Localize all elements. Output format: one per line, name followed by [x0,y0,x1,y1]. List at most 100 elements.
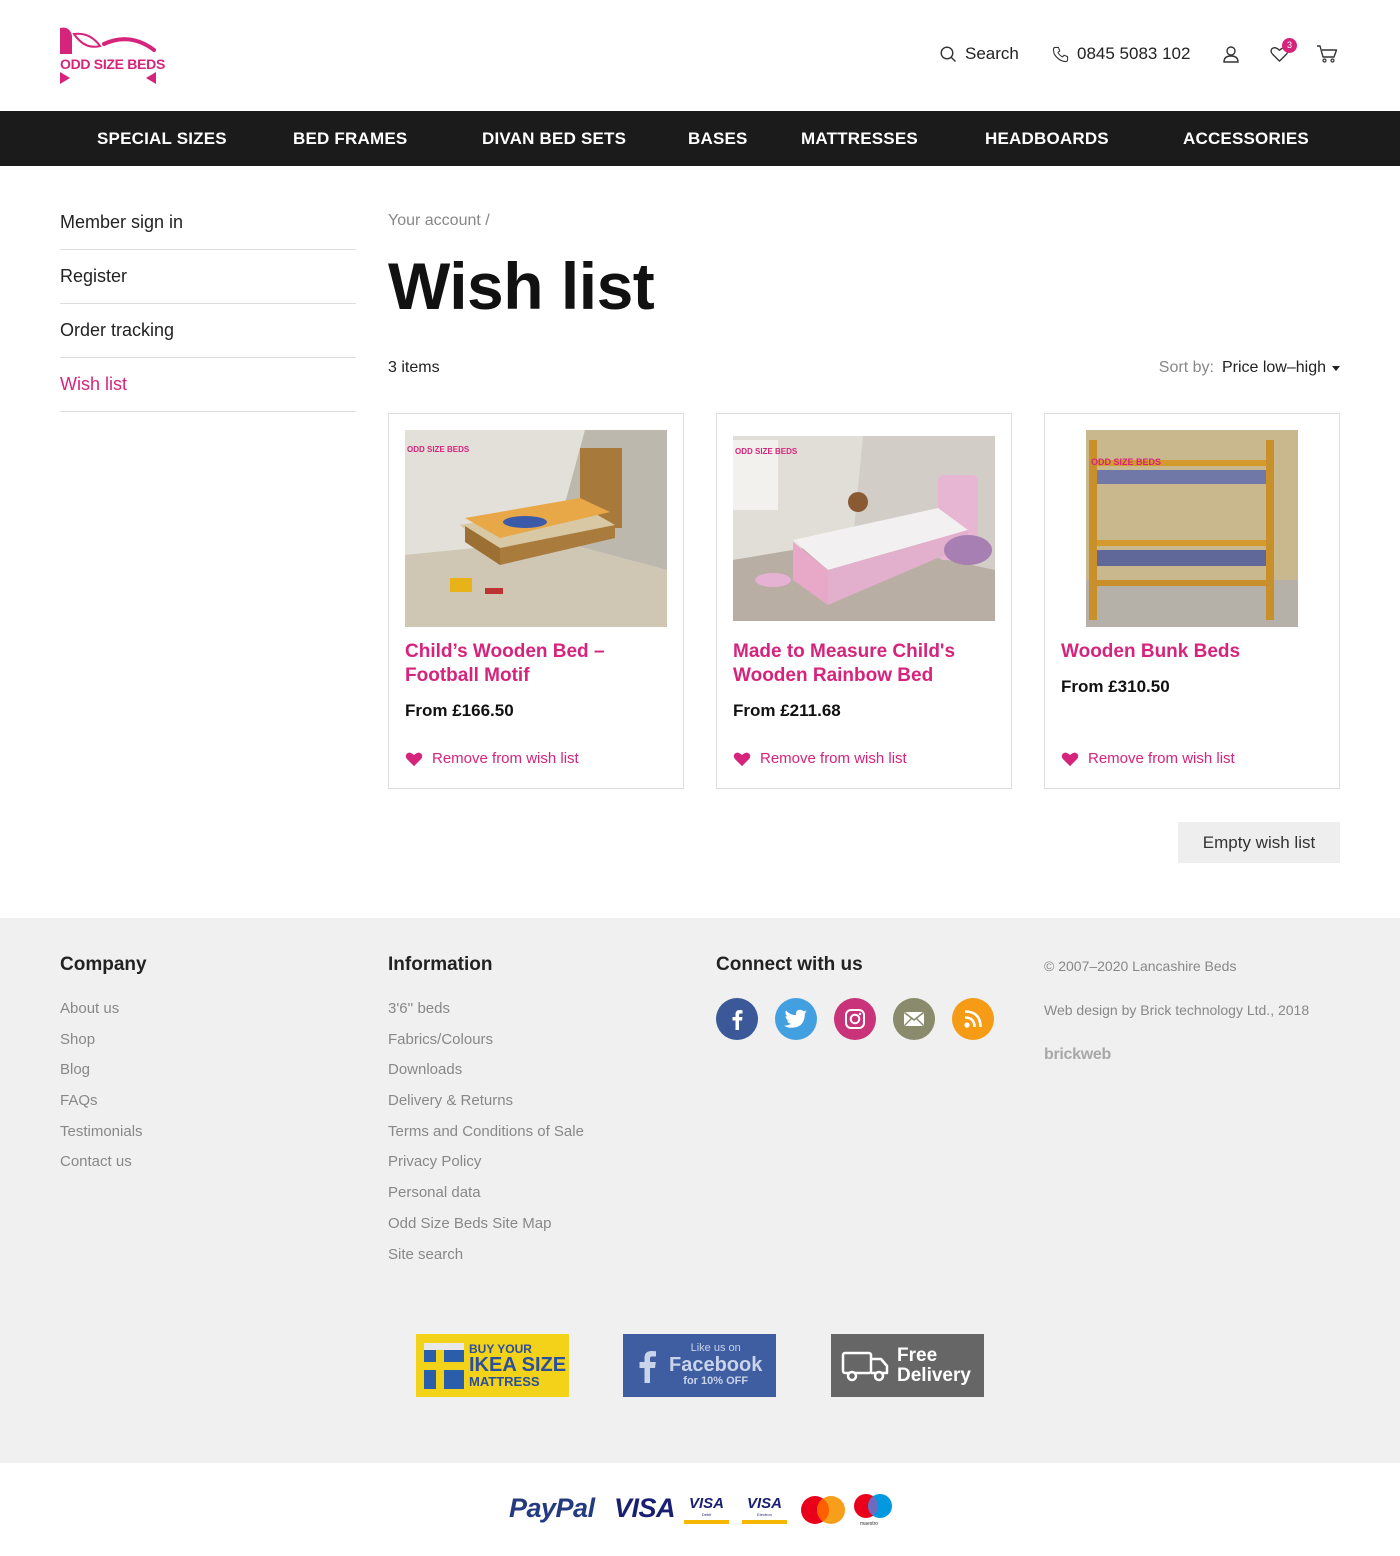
footer-link-site-search[interactable]: Site search [388,1246,584,1277]
sidebar-item-member-sign-in[interactable]: Member sign in [60,196,356,250]
footer-link-delivery[interactable]: Delivery & Returns [388,1092,584,1123]
footer-link-fabrics[interactable]: Fabrics/Colours [388,1031,584,1062]
nav-bed-frames[interactable]: BED FRAMES [293,111,407,166]
free-line-1: Free [897,1344,938,1366]
wishlist-button[interactable]: 3 [1270,38,1297,63]
product-price: From £310.50 [1061,677,1170,696]
phone-icon [1052,46,1069,62]
sort-dropdown[interactable]: Sort by: Price low–high [1159,359,1340,377]
sidebar-item-register[interactable]: Register [60,250,356,304]
site-footer: Company About us Shop Blog FAQs Testimon… [0,918,1400,1463]
footer-link-3-6-beds[interactable]: 3'6'' beds [388,1000,584,1031]
cart-icon [1317,45,1338,63]
email-icon[interactable] [893,998,935,1040]
logo-bed-icon [60,27,156,84]
wishlist-product-card: ODD SIZE BEDS Wooden Bunk Beds From £310… [1044,413,1340,789]
rss-icon[interactable] [952,998,994,1040]
footer-link-testimonials[interactable]: Testimonials [60,1123,147,1154]
remove-from-wishlist-button[interactable]: Remove from wish list [733,750,907,767]
site-logo[interactable]: ODD SIZE BEDS [60,26,165,84]
sidebar-item-order-tracking[interactable]: Order tracking [60,304,356,358]
page-title: Wish list [388,249,655,323]
facebook-discount-banner[interactable]: Like us on Facebook for 10% OFF [623,1334,776,1397]
product-image[interactable]: ODD SIZE BEDS [733,430,995,627]
footer-link-privacy[interactable]: Privacy Policy [388,1153,584,1184]
free-delivery-banner[interactable]: Free Delivery [831,1334,984,1397]
sidebar-item-wish-list[interactable]: Wish list [60,358,356,412]
product-title[interactable]: Wooden Bunk Beds [1061,640,1323,664]
maestro-icon [854,1494,892,1518]
header-search[interactable]: Search [940,44,1019,64]
ikea-size-mattress-banner[interactable]: BUY YOUR IKEA SIZE MATTRESS [416,1334,569,1397]
footer-company: Company About us Shop Blog FAQs Testimon… [60,954,147,1184]
brickweb-logo[interactable]: brickweb [1044,1046,1111,1064]
wishlist-product-card: ODD SIZE BEDS Made to Measure Child's Wo… [716,413,1012,789]
footer-heading: Connect with us [716,954,863,975]
search-icon [940,45,956,62]
remove-label: Remove from wish list [1088,750,1235,767]
sort-label: Sort by: [1158,359,1214,376]
footer-link-contact[interactable]: Contact us [60,1153,147,1184]
product-price: From £166.50 [405,701,514,720]
remove-label: Remove from wish list [760,750,907,767]
svg-text:ODD SIZE BEDS: ODD SIZE BEDS [407,445,470,454]
product-price: From £211.68 [733,701,841,720]
product-title[interactable]: Child’s Wooden Bed – Football Motif [405,640,667,688]
facebook-f-icon [639,1350,656,1383]
free-line-2: Delivery [897,1364,971,1386]
visa-electron-text: VISA [746,1495,782,1512]
svg-text:ODD SIZE BEDS: ODD SIZE BEDS [735,447,798,456]
wishlist-count-badge: 3 [1282,38,1297,53]
nav-headboards[interactable]: HEADBOARDS [985,111,1109,166]
nav-bases[interactable]: BASES [688,111,748,166]
footer-link-blog[interactable]: Blog [60,1061,147,1092]
ikea-line-3: MATTRESS [469,1374,540,1389]
phone-number: 0845 5083 102 [1077,44,1191,63]
visa-logo: VISA [614,1493,676,1523]
footer-link-about[interactable]: About us [60,1000,147,1031]
social-links [716,998,994,1040]
empty-wishlist-button[interactable]: Empty wish list [1178,822,1340,863]
heart-filled-icon [733,752,751,766]
remove-from-wishlist-button[interactable]: Remove from wish list [405,750,579,767]
footer-link-personal-data[interactable]: Personal data [388,1184,584,1215]
footer-link-terms[interactable]: Terms and Conditions of Sale [388,1123,584,1154]
product-image[interactable]: ODD SIZE BEDS [1061,430,1323,627]
facebook-icon[interactable] [716,998,758,1040]
product-image[interactable]: ODD SIZE BEDS [405,430,667,627]
breadcrumb[interactable]: Your account / [388,212,490,230]
footer-link-faqs[interactable]: FAQs [60,1092,147,1123]
mastercard-icon [801,1496,845,1524]
twitter-icon[interactable] [775,998,817,1040]
header-phone[interactable]: 0845 5083 102 [1052,44,1190,64]
product-title[interactable]: Made to Measure Child's Wooden Rainbow B… [733,640,995,688]
visa-debit-text: VISA [688,1495,724,1512]
visa-electron-sub: Electron [757,1512,772,1517]
footer-link-downloads[interactable]: Downloads [388,1061,584,1092]
visa-electron-logo: VISA Electron [742,1496,787,1524]
logo-text: ODD SIZE BEDS [60,56,166,72]
heart-filled-icon [1061,752,1079,766]
svg-text:ODD SIZE BEDS: ODD SIZE BEDS [1091,457,1161,467]
nav-accessories[interactable]: ACCESSORIES [1183,111,1309,166]
caret-down-icon [1332,365,1340,371]
account-button[interactable] [1222,45,1240,63]
item-count: 3 items [388,359,440,376]
nav-special-sizes[interactable]: SPECIAL SIZES [97,111,227,166]
delivery-truck-icon [841,1351,889,1381]
nav-divan-bed-sets[interactable]: DIVAN BED SETS [482,111,626,166]
swedish-flag-icon [424,1342,464,1389]
paypal-logo: PayPal [509,1493,595,1524]
fb-line-2: Facebook [669,1354,763,1376]
cart-button[interactable] [1316,45,1338,63]
instagram-icon[interactable] [834,998,876,1040]
wishlist-product-card: ODD SIZE BEDS Child’s Wooden Bed – Footb… [388,413,684,789]
site-header: ODD SIZE BEDS Search 0845 5083 102 3 [0,0,1400,111]
footer-link-shop[interactable]: Shop [60,1031,147,1062]
remove-from-wishlist-button[interactable]: Remove from wish list [1061,750,1235,767]
footer-connect: Connect with us [716,954,994,1040]
footer-link-site-map[interactable]: Odd Size Beds Site Map [388,1215,584,1246]
nav-mattresses[interactable]: MATTRESSES [801,111,918,166]
webdesign-credit[interactable]: Web design by Brick technology Ltd., 201… [1044,1000,1334,1020]
account-sidebar: Member sign in Register Order tracking W… [60,196,356,412]
